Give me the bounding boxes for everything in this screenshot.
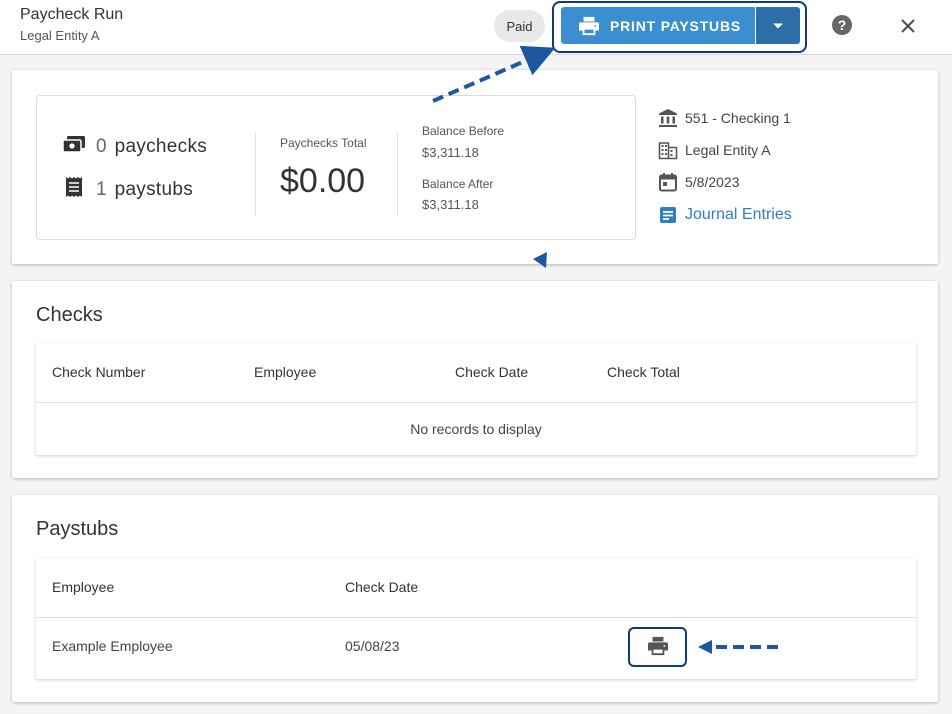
paychecks-count: 0 (96, 136, 107, 157)
summary-box: 0 paychecks 1 paystubs Paychecks Total $… (36, 95, 636, 240)
entity-name: Legal Entity A (685, 142, 771, 158)
balance-after-label: Balance After (422, 177, 494, 191)
balance-after-value: $3,311.18 (422, 197, 479, 212)
paychecks-count-row: 0 paychecks (62, 134, 207, 160)
page-subtitle: Legal Entity A (20, 28, 100, 43)
divider (397, 132, 398, 216)
building-icon (657, 139, 679, 161)
paystubs-title: Paystubs (36, 518, 119, 540)
journal-entries-link[interactable]: Journal Entries (685, 206, 792, 224)
print-paystubs-button[interactable]: PRINT PAYSTUBS (561, 7, 755, 44)
date-info: 5/8/2023 (657, 171, 740, 193)
checks-empty-row: No records to display (36, 403, 916, 455)
caret-down-icon (772, 17, 784, 35)
journal-icon (657, 204, 679, 226)
column-header-check-date[interactable]: Check Date (345, 579, 418, 595)
paystubs-card: Paystubs Employee Check Date Example Emp… (12, 495, 938, 702)
paystubs-label: paystubs (114, 179, 194, 200)
paystubs-count: 1 (96, 179, 107, 200)
calendar-icon (657, 171, 679, 193)
summary-card: 0 paychecks 1 paystubs Paychecks Total $… (12, 70, 938, 264)
paystubs-grid: Employee Check Date Example Employee 05/… (36, 558, 916, 679)
column-header-check-number[interactable]: Check Number (52, 364, 145, 380)
balance-before-label: Balance Before (422, 124, 505, 138)
checks-title: Checks (36, 304, 103, 326)
checks-card: Checks Check Number Employee Check Date … (12, 281, 938, 478)
column-header-check-total[interactable]: Check Total (607, 364, 680, 380)
checks-grid: Check Number Employee Check Date Check T… (36, 343, 916, 455)
paystub-check-date: 05/08/23 (345, 638, 400, 654)
print-options-dropdown[interactable] (756, 7, 800, 44)
column-header-employee[interactable]: Employee (52, 579, 114, 595)
column-header-employee[interactable]: Employee (254, 364, 316, 380)
no-records-message: No records to display (410, 421, 542, 437)
print-paystub-row-button[interactable] (645, 636, 671, 660)
column-header-check-date[interactable]: Check Date (455, 364, 528, 380)
account-info: 551 - Checking 1 (657, 107, 791, 129)
run-date: 5/8/2023 (685, 174, 740, 190)
paystubs-count-row: 1 paystubs (62, 176, 193, 204)
paychecks-label: paychecks (114, 136, 208, 157)
print-icon (647, 636, 669, 661)
paychecks-total-label: Paychecks Total (280, 136, 367, 150)
balance-before-value: $3,311.18 (422, 145, 479, 160)
money-icon (62, 134, 86, 160)
journal-info: Journal Entries (657, 204, 792, 226)
bank-icon (657, 107, 679, 129)
entity-info: Legal Entity A (657, 139, 771, 161)
account-name: 551 - Checking 1 (685, 110, 791, 126)
checks-grid-header: Check Number Employee Check Date Check T… (36, 343, 916, 403)
receipt-icon (62, 176, 86, 204)
status-badge: Paid (494, 10, 545, 42)
paystub-employee: Example Employee (52, 638, 173, 654)
paychecks-total-value: $0.00 (280, 162, 366, 200)
svg-text:?: ? (838, 17, 847, 33)
help-icon[interactable]: ? (831, 14, 853, 36)
divider (255, 132, 256, 216)
table-row: Example Employee 05/08/23 (36, 618, 916, 678)
page-header: Paycheck Run Legal Entity A Paid PRINT P… (0, 0, 952, 55)
print-icon (578, 16, 600, 36)
print-paystubs-label: PRINT PAYSTUBS (610, 17, 741, 34)
page-title: Paycheck Run (20, 6, 124, 23)
paystubs-grid-header: Employee Check Date (36, 558, 916, 618)
close-icon[interactable] (898, 16, 918, 36)
